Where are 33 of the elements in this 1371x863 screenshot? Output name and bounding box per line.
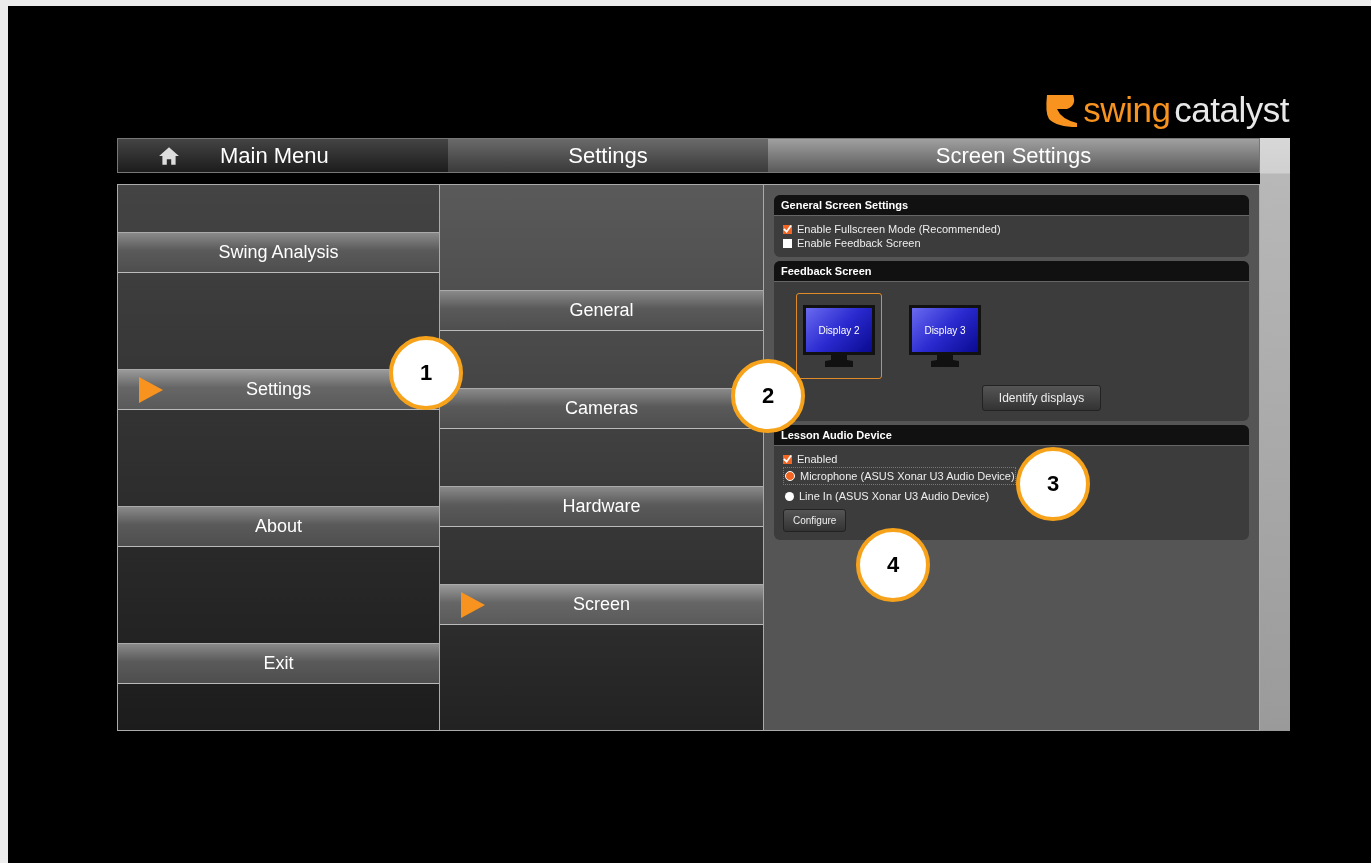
configure-button[interactable]: Configure bbox=[783, 509, 847, 532]
option-label: Enable Fullscreen Mode (Recommended) bbox=[797, 223, 1001, 235]
checkbox[interactable] bbox=[783, 454, 792, 464]
radio-button[interactable] bbox=[785, 471, 795, 481]
checkbox[interactable] bbox=[783, 238, 792, 248]
menu-item[interactable]: General bbox=[440, 290, 763, 331]
group-title: Lesson Audio Device bbox=[774, 425, 1249, 446]
menu-item[interactable]: Swing Analysis bbox=[118, 232, 439, 273]
scrollbar[interactable] bbox=[1260, 138, 1290, 731]
play-arrow-icon bbox=[139, 377, 163, 403]
breadcrumb-item[interactable]: Screen Settings bbox=[768, 139, 1259, 172]
option-label: Microphone (ASUS Xonar U3 Audio Device) bbox=[800, 470, 1015, 482]
menu-item[interactable]: Screen bbox=[440, 584, 763, 625]
logo: swingcatalyst bbox=[1045, 90, 1289, 130]
breadcrumb-item[interactable]: Settings bbox=[448, 139, 768, 172]
breadcrumb-item[interactable]: Main Menu bbox=[118, 139, 448, 172]
logo-icon bbox=[1045, 93, 1080, 127]
group-title: General Screen Settings bbox=[774, 195, 1249, 216]
radio-button[interactable] bbox=[785, 491, 794, 501]
display-option[interactable]: Display 3 bbox=[902, 293, 988, 379]
display-option[interactable]: Display 2 bbox=[796, 293, 882, 379]
menu-item[interactable]: About bbox=[118, 506, 439, 547]
display-label: Display 3 bbox=[924, 324, 966, 336]
identify-displays-button[interactable]: Identify displays bbox=[981, 385, 1102, 411]
menu-item[interactable]: Exit bbox=[118, 643, 439, 684]
option-label: Enable Feedback Screen bbox=[797, 237, 921, 249]
group-title: Feedback Screen bbox=[774, 261, 1249, 282]
display-label: Display 2 bbox=[818, 324, 860, 336]
option-label: Enabled bbox=[797, 453, 838, 465]
option-label: Line In (ASUS Xonar U3 Audio Device) bbox=[799, 490, 990, 502]
menu-item[interactable]: Hardware bbox=[440, 486, 763, 527]
play-arrow-icon bbox=[461, 592, 485, 618]
checkbox[interactable] bbox=[783, 224, 792, 234]
